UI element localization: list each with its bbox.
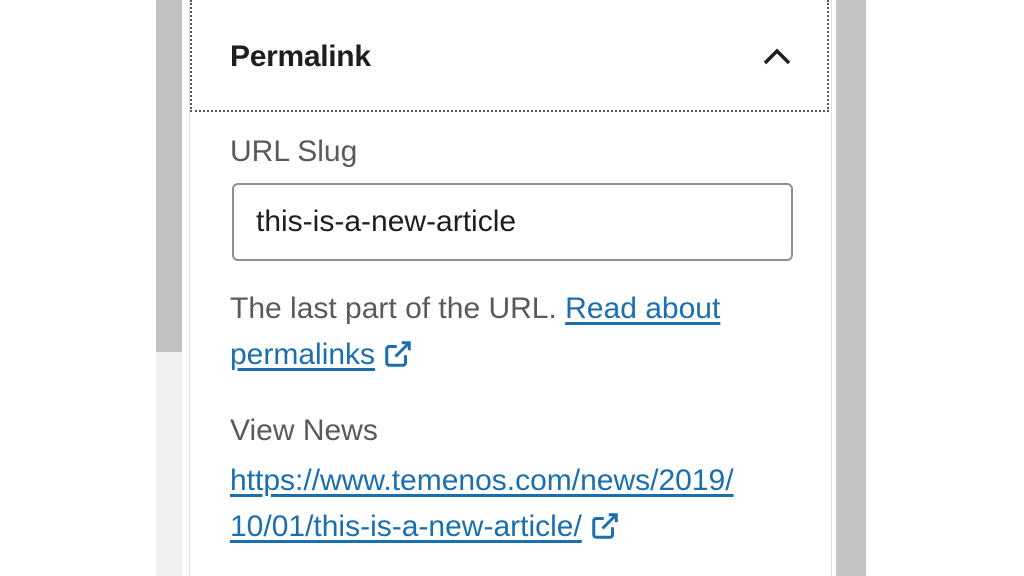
url-slug-help: The last part of the URL. Read about perm…: [230, 286, 810, 378]
external-link-icon: [592, 513, 618, 539]
view-news-link[interactable]: https://www.temenos.com/news/2019/10/01/…: [230, 464, 734, 543]
url-slug-input[interactable]: [232, 183, 793, 261]
panel-title: Permalink: [230, 40, 371, 73]
url-slug-label: URL Slug: [230, 135, 358, 168]
left-scrollbar-thumb[interactable]: [156, 0, 182, 352]
editor-sidebar-view: Permalink URL Slug The last part of the …: [0, 0, 1024, 576]
chevron-up-icon[interactable]: [762, 45, 792, 67]
help-link-line2: permalinks: [230, 338, 376, 371]
view-link-line1: https://www.temenos.com/news/2019/: [230, 464, 734, 497]
right-scrollbar[interactable]: [836, 0, 866, 576]
view-link-line2: 10/01/this-is-a-new-article/: [230, 510, 582, 543]
permalink-panel-toggle[interactable]: Permalink: [190, 0, 829, 112]
view-news-url: https://www.temenos.com/news/2019/10/01/…: [230, 458, 810, 550]
view-news-label: View News: [230, 414, 378, 447]
permalink-panel: Permalink URL Slug The last part of the …: [189, 0, 832, 576]
help-text: The last part of the URL.: [230, 292, 557, 325]
help-link-line1: Read about: [565, 292, 721, 325]
external-link-icon: [385, 341, 411, 367]
